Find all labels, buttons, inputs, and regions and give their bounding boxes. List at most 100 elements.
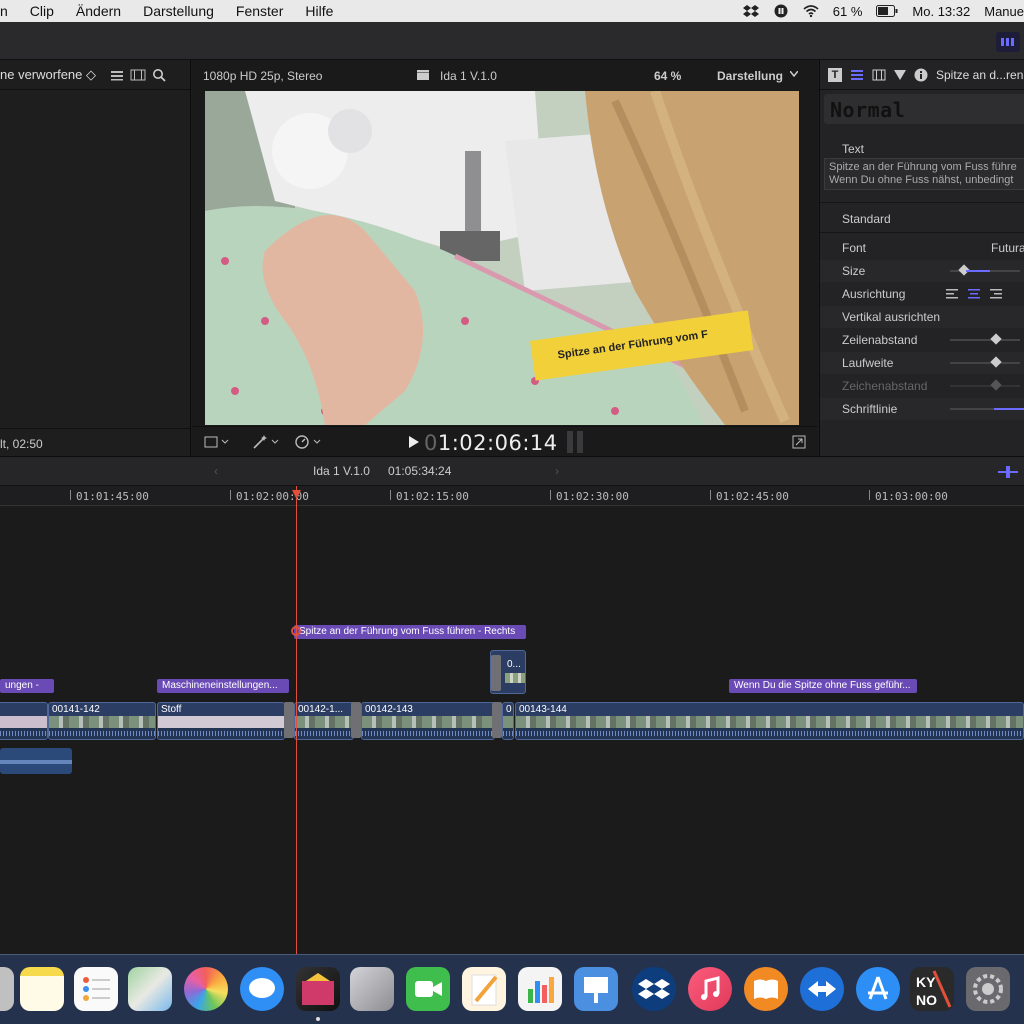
title-clip[interactable]: ungen -	[0, 679, 54, 693]
teamviewer-icon[interactable]	[800, 967, 844, 1011]
pages-icon[interactable]	[462, 967, 506, 1011]
transform-icon[interactable]	[204, 435, 232, 449]
timecode-display[interactable]: 01:02:06:14	[424, 431, 558, 455]
system-preferences-icon[interactable]	[966, 967, 1010, 1011]
line-spacing-label: Zeilenabstand	[842, 333, 918, 347]
filmstrip-settings-icon[interactable]	[110, 69, 124, 81]
video-clip-name: 0	[506, 704, 512, 715]
title-clip[interactable]: Maschineneinstellungen...	[157, 679, 289, 693]
facetime-icon[interactable]	[406, 967, 450, 1011]
video-clip[interactable]	[0, 702, 48, 740]
retime-speed-icon[interactable]	[294, 434, 324, 450]
baseline-slider[interactable]	[950, 408, 1024, 410]
magic-wand-icon[interactable]	[252, 434, 282, 450]
connected-clip[interactable]: 0...	[490, 650, 526, 694]
books-icon[interactable]	[744, 967, 788, 1011]
baseline-label: Schriftlinie	[842, 402, 898, 416]
font-row[interactable]: Font Futura	[820, 237, 1024, 259]
display-menu[interactable]: Darstellung	[717, 69, 783, 83]
align-left-icon[interactable]	[946, 288, 958, 299]
alignment-label: Ausrichtung	[842, 287, 906, 301]
menubar-clock[interactable]: Mo. 13:32	[912, 4, 970, 19]
video-clip[interactable]: Stoff	[157, 702, 285, 740]
kerning-row: Zeichenabstand	[820, 375, 1024, 397]
text-field[interactable]: Spitze an der Führung vom Fuss führe Wen…	[824, 158, 1024, 190]
inspector-clip-name: Spitze an d...ren	[936, 67, 1024, 82]
text-field-line-2: Wenn Du ohne Fuss nähst, unbedingt	[829, 174, 1014, 186]
final-cut-pro-icon[interactable]	[296, 967, 340, 1011]
timeline-tracks[interactable]: Spitze an der Führung vom Fuss führen - …	[0, 506, 1024, 954]
ruler-tick: 01:02:30:00	[550, 490, 629, 503]
zoom-menu[interactable]: 64 %	[654, 69, 681, 83]
line-spacing-slider[interactable]	[950, 333, 1020, 345]
reminders-icon[interactable]	[74, 967, 118, 1011]
clip-appearance-icon[interactable]	[130, 69, 146, 81]
align-right-icon[interactable]	[990, 288, 1002, 299]
video-clip[interactable]: 00142-143	[361, 702, 495, 740]
tab-color-inspector-icon[interactable]	[894, 69, 906, 81]
tracking-row: Laufweite	[820, 352, 1024, 374]
tab-title-inspector[interactable]: T	[828, 67, 842, 82]
timeline-forward-arrow[interactable]: ›	[555, 464, 559, 478]
ruler-tick: 01:02:15:00	[390, 490, 469, 503]
app-store-icon[interactable]	[856, 967, 900, 1011]
numbers-icon[interactable]	[518, 967, 562, 1011]
audio-clip[interactable]	[0, 748, 72, 774]
menu-item-aendern[interactable]: Ändern	[65, 0, 132, 22]
timeline-project-name: Ida 1 V.1.0	[313, 464, 370, 478]
timeline-header: ‹ Ida 1 V.1.0 01:05:34:24 ›	[0, 456, 1024, 486]
preset-name: Normal	[830, 98, 906, 122]
itunes-icon[interactable]	[688, 967, 732, 1011]
transition[interactable]	[492, 702, 502, 738]
transition[interactable]	[351, 702, 361, 738]
video-clip[interactable]: 00143-144	[515, 702, 1024, 740]
fullscreen-icon[interactable]	[792, 435, 806, 449]
dropbox-icon[interactable]	[742, 4, 759, 18]
title-clip[interactable]: Spitze an der Führung vom Fuss führen - …	[294, 625, 526, 639]
connected-clip-name: 0...	[507, 659, 521, 670]
transition[interactable]	[284, 702, 294, 738]
notes-icon[interactable]	[20, 967, 64, 1011]
text-section-header: Text	[820, 138, 1024, 160]
playhead[interactable]	[296, 486, 297, 954]
dock-app-partial-icon[interactable]	[0, 967, 14, 1011]
tab-text-inspector-icon[interactable]	[850, 69, 864, 81]
font-value[interactable]: Futura	[991, 241, 1024, 255]
standard-section-header[interactable]: Standard	[820, 208, 1024, 230]
photos-icon[interactable]	[184, 967, 228, 1011]
menubar-user[interactable]: Manue	[984, 4, 1024, 19]
pause-status-icon[interactable]	[773, 4, 789, 18]
size-slider[interactable]	[950, 264, 1020, 276]
dropbox-app-icon[interactable]	[632, 967, 676, 1011]
menu-item-darstellung[interactable]: Darstellung	[132, 0, 225, 22]
keynote-icon[interactable]	[574, 967, 618, 1011]
title-clip[interactable]: Wenn Du die Spitze ohne Fuss geführ...	[729, 679, 917, 693]
compressor-icon[interactable]	[350, 967, 394, 1011]
play-icon[interactable]	[409, 436, 419, 448]
align-center-icon[interactable]	[968, 288, 980, 299]
snapping-icon[interactable]	[998, 466, 1018, 478]
preset-field[interactable]: Normal	[824, 94, 1024, 124]
video-frame[interactable]: Spitze an der Führung vom F	[205, 91, 799, 425]
timeline-ruler[interactable]: 01:01:45:00 01:02:00:00 01:02:15:00 01:0…	[0, 486, 1024, 506]
video-clip[interactable]: 00142-1...	[294, 702, 354, 740]
menu-item-clip[interactable]: Clip	[19, 0, 65, 22]
video-clip[interactable]: 00141-142	[48, 702, 156, 740]
messages-icon[interactable]	[240, 967, 284, 1011]
clip-filter-menu[interactable]: ne verworfene ◇	[0, 67, 96, 83]
tracking-slider[interactable]	[950, 356, 1020, 368]
info-icon[interactable]	[914, 68, 928, 82]
video-clip[interactable]: 0	[502, 702, 514, 740]
battery-icon[interactable]	[876, 4, 898, 18]
workspace-layout-button[interactable]	[996, 32, 1020, 52]
video-clip-name: Stoff	[161, 704, 182, 715]
menu-item-partial[interactable]: n	[0, 0, 19, 22]
search-icon[interactable]	[152, 68, 166, 82]
wifi-icon[interactable]	[803, 4, 819, 18]
menu-item-hilfe[interactable]: Hilfe	[294, 0, 344, 22]
tab-video-inspector-icon[interactable]	[872, 69, 886, 81]
timeline-back-arrow[interactable]: ‹	[214, 464, 218, 478]
menu-item-fenster[interactable]: Fenster	[225, 0, 294, 22]
kyno-icon[interactable]: KY NO	[910, 967, 954, 1011]
maps-icon[interactable]	[128, 967, 172, 1011]
